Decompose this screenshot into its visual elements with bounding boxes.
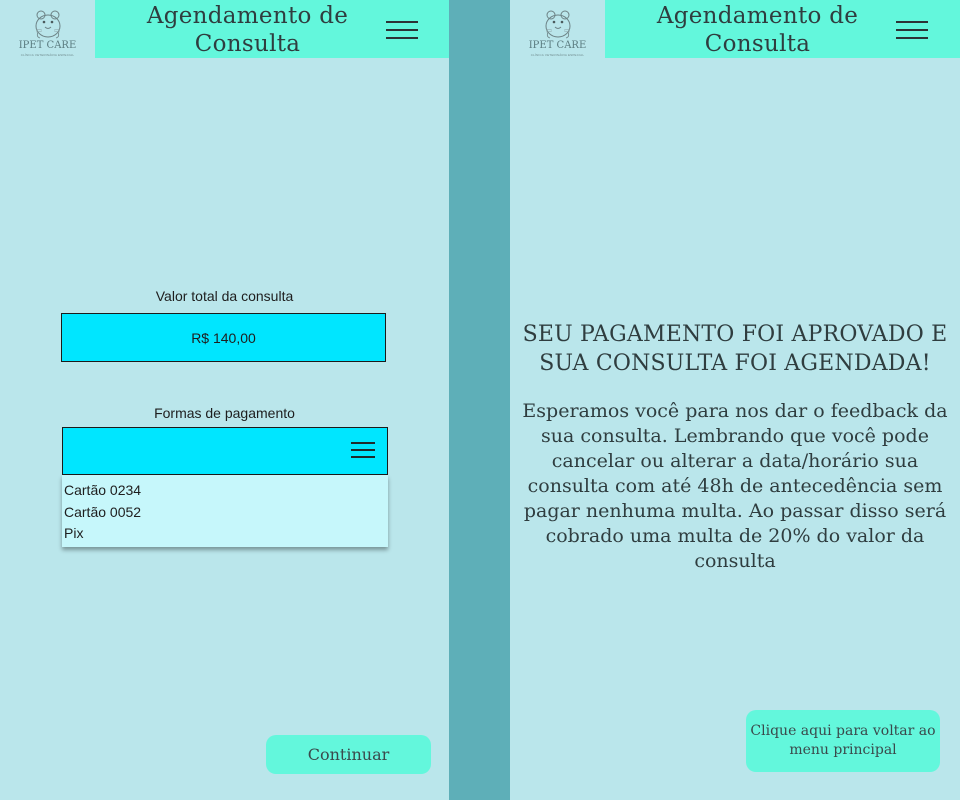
confirmation-message: Esperamos você para nos dar o feedback d… bbox=[522, 400, 948, 572]
hamburger-menu-icon[interactable] bbox=[386, 20, 418, 40]
payment-option-card-0234[interactable]: Cartão 0234 bbox=[62, 481, 388, 503]
payment-methods-label: Formas de pagamento bbox=[154, 405, 295, 421]
payment-method-select[interactable] bbox=[62, 427, 388, 475]
payment-option-pix[interactable]: Pix bbox=[62, 524, 388, 546]
payment-approved-title: SEU PAGAMENTO FOI APROVADO E SUA CONSULT… bbox=[522, 322, 948, 376]
page-title: Agendamento de Consulta bbox=[656, 3, 859, 57]
header-bar: Agendamento de Consulta bbox=[605, 0, 960, 58]
logo-tagline: CLÍNICA VETERINÁRIA ESPECIAL bbox=[20, 53, 75, 57]
logo[interactable]: IPET CARE CLÍNICA VETERINÁRIA ESPECIAL bbox=[0, 0, 95, 60]
continue-button[interactable]: Continuar bbox=[266, 735, 431, 774]
logo-tagline: CLÍNICA VETERINÁRIA ESPECIAL bbox=[530, 53, 585, 57]
total-label: Valor total da consulta bbox=[155, 288, 294, 304]
payment-screen: IPET CARE CLÍNICA VETERINÁRIA ESPECIAL A… bbox=[0, 0, 449, 800]
header-bar: Agendamento de Consulta bbox=[95, 0, 449, 58]
hamburger-menu-icon[interactable] bbox=[896, 20, 928, 40]
hamster-icon bbox=[35, 10, 60, 39]
payment-option-card-0052[interactable]: Cartão 0052 bbox=[62, 503, 388, 525]
payment-options-list: Cartão 0234 Cartão 0052 Pix bbox=[62, 475, 388, 547]
hamster-icon bbox=[545, 10, 570, 39]
logo-name: IPET CARE bbox=[18, 40, 77, 51]
hamburger-menu-icon[interactable] bbox=[351, 441, 375, 459]
logo[interactable]: IPET CARE CLÍNICA VETERINÁRIA ESPECIAL bbox=[510, 0, 605, 60]
back-to-main-menu-button[interactable]: Clique aqui para voltar ao menu principa… bbox=[746, 710, 940, 772]
page-title: Agendamento de Consulta bbox=[146, 3, 349, 57]
total-value-box: R$ 140,00 bbox=[61, 313, 386, 362]
total-value: R$ 140,00 bbox=[191, 329, 256, 346]
logo-name: IPET CARE bbox=[528, 40, 587, 51]
confirmation-screen: IPET CARE CLÍNICA VETERINÁRIA ESPECIAL A… bbox=[510, 0, 960, 800]
